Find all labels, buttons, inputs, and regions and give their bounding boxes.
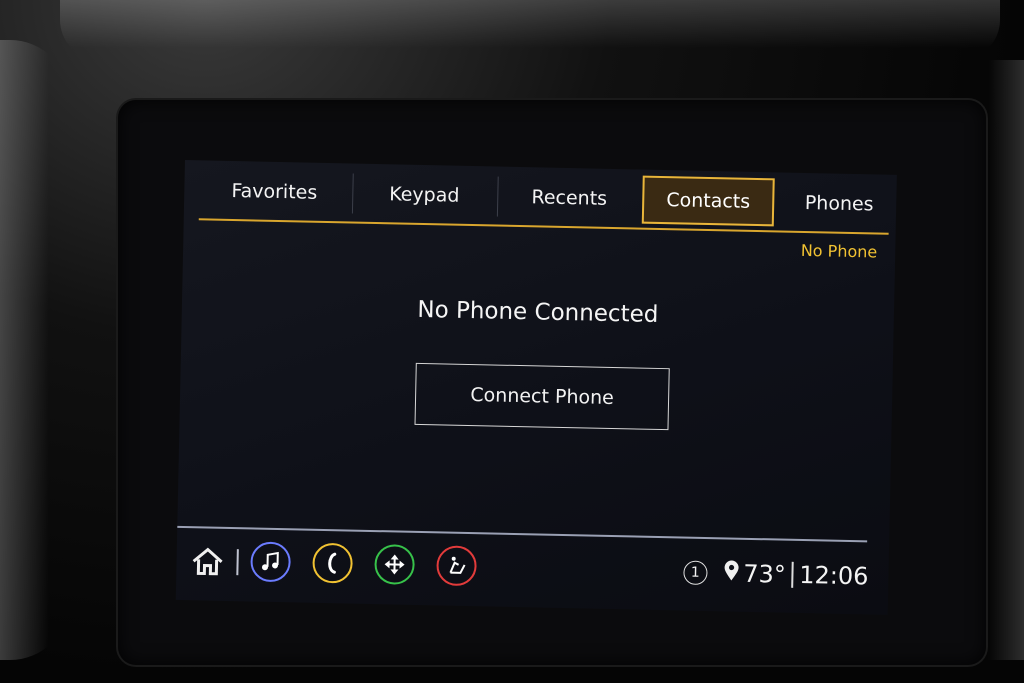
music-icon[interactable] (250, 541, 292, 583)
home-icon[interactable] (190, 546, 225, 577)
tab-contacts[interactable]: Contacts (641, 175, 775, 227)
notification-badge[interactable]: 1 (682, 560, 708, 586)
status-divider (791, 561, 794, 588)
page-title: No Phone Connected (417, 296, 659, 328)
tab-favorites[interactable]: Favorites (199, 166, 350, 217)
seat-icon[interactable] (436, 545, 477, 587)
connect-phone-button[interactable]: Connect Phone (414, 362, 670, 431)
status-area: 1 73° 12:06 (682, 553, 869, 597)
phone-icon[interactable] (312, 542, 354, 584)
tab-keypad[interactable]: Keypad (354, 170, 495, 221)
tab-recents[interactable]: Recents (499, 173, 640, 224)
bezel-gloss-left (0, 40, 70, 660)
temperature-readout: 73° (742, 559, 787, 589)
navigation-icon[interactable] (374, 544, 415, 585)
bezel-gloss-top (60, 0, 1000, 60)
bottom-bar: 1 73° 12:06 (176, 532, 877, 607)
tab-phones[interactable]: Phones (779, 178, 900, 229)
phone-status-label: No Phone (800, 240, 878, 262)
location-pin-icon (723, 559, 740, 587)
clock: 12:06 (798, 560, 869, 591)
bar-divider (236, 549, 239, 576)
infotainment-screen: Favorites Keypad Recents Contacts Phones… (175, 160, 900, 615)
